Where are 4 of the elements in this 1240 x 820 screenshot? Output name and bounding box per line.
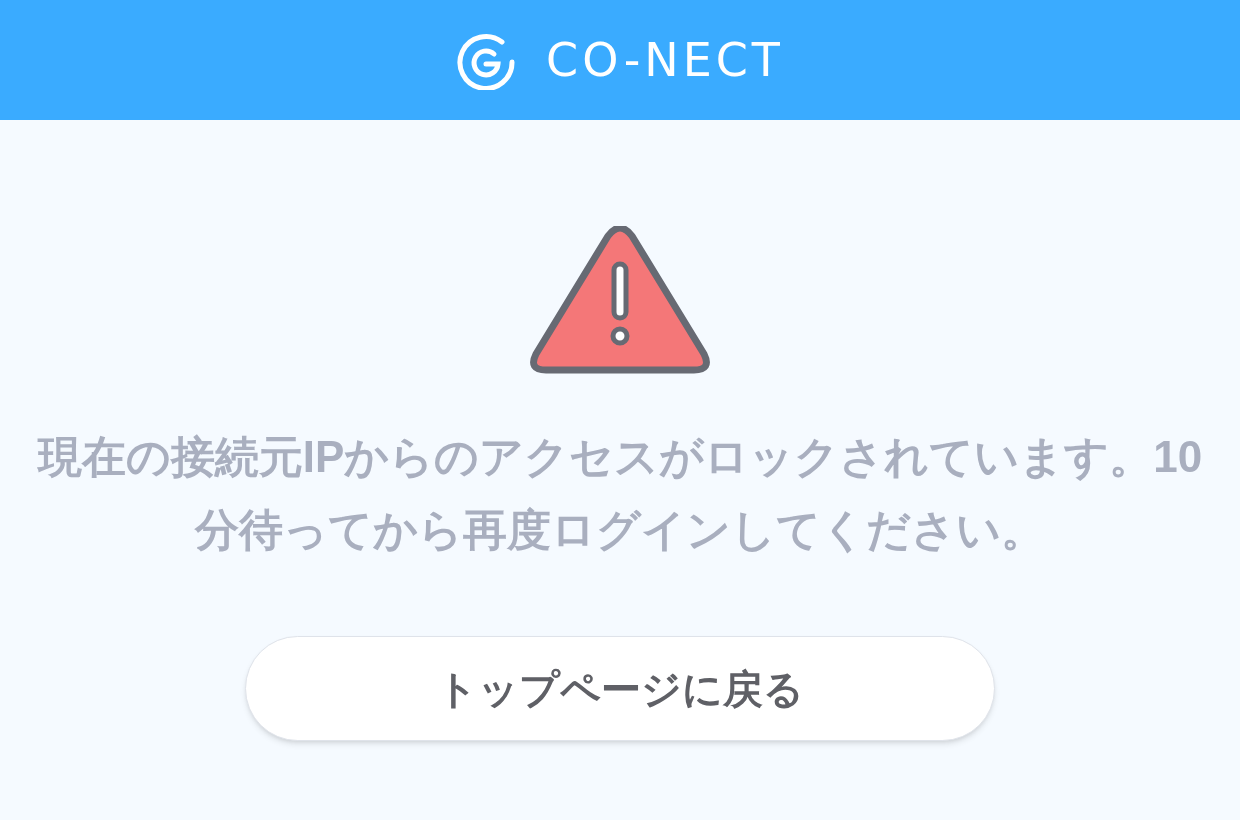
warning-icon	[530, 226, 710, 374]
logo-text: CO-NECT	[546, 31, 784, 89]
error-message: 現在の接続元IPからのアクセスがロックされています。10分待ってから再度ログインしてください。	[36, 431, 1204, 556]
back-to-top-button[interactable]: トップページに戻る	[245, 636, 995, 741]
